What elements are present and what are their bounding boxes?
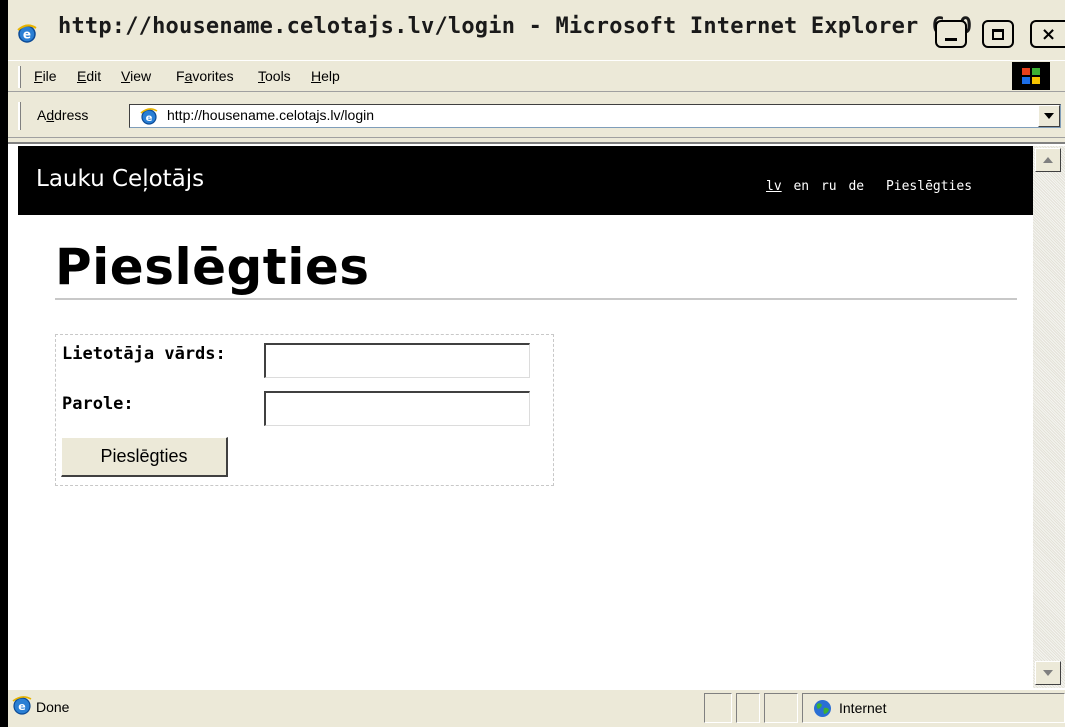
security-zone-label: Internet [839,700,887,716]
menu-help[interactable]: Help [311,68,340,84]
language-nav: lv en ru de Pieslēgties [766,179,976,194]
username-label: Lietotāja vārds: [62,344,226,364]
svg-text:e: e [23,28,31,42]
menu-bar [8,60,1065,92]
menu-favorites[interactable]: Favorites [176,68,234,84]
window-frame [0,0,8,727]
address-grip[interactable] [18,102,21,130]
content-border [8,138,1065,144]
lang-lv-link[interactable]: lv [766,179,782,194]
status-pane [704,693,732,723]
svg-text:e: e [146,113,153,124]
svg-text:e: e [18,700,25,713]
address-label: Address [37,107,89,123]
close-icon: × [1040,23,1057,45]
lang-ru-link[interactable]: ru [821,179,837,194]
password-input[interactable] [264,391,530,426]
scroll-up-icon [1043,157,1053,163]
globe-icon [814,700,831,717]
lang-en-link[interactable]: en [793,179,809,194]
minimize-icon [945,37,957,41]
status-pane [736,693,760,723]
maximize-button[interactable] [982,20,1014,48]
username-input[interactable] [264,343,530,378]
lang-de-link[interactable]: de [848,179,864,194]
heading-divider [55,298,1017,300]
page-status-icon: e [12,696,32,715]
scroll-down-icon [1043,670,1053,676]
page-icon: e [140,108,158,125]
vertical-scrollbar[interactable] [1033,146,1065,688]
password-label: Parole: [62,394,134,414]
address-url[interactable]: http://housename.celotajs.lv/login [167,107,374,123]
address-dropdown-button[interactable] [1038,105,1060,127]
menu-file[interactable]: File [34,68,57,84]
menu-edit[interactable]: Edit [77,68,101,84]
site-title[interactable]: Lauku Ceļotājs [36,166,204,192]
window-title: http://housename.celotajs.lv/login - Mic… [58,14,973,39]
close-button[interactable]: × [1030,20,1065,48]
windows-flag-icon [1022,68,1040,84]
scroll-up-button[interactable] [1035,148,1061,172]
login-submit-button[interactable]: Pieslēgties [61,437,228,477]
maximize-icon [992,28,1004,40]
status-text: Done [36,699,70,715]
chevron-down-icon [1044,113,1054,119]
menu-grip[interactable] [18,66,21,88]
windows-logo-icon [1012,62,1050,90]
menu-view[interactable]: View [121,68,151,84]
status-pane [764,693,798,723]
login-link[interactable]: Pieslēgties [886,179,972,194]
ie-logo-icon[interactable]: e [16,22,38,44]
page-title: Pieslēgties [55,238,370,296]
scroll-down-button[interactable] [1035,661,1061,685]
menu-tools[interactable]: Tools [258,68,291,84]
minimize-button[interactable] [935,20,967,48]
